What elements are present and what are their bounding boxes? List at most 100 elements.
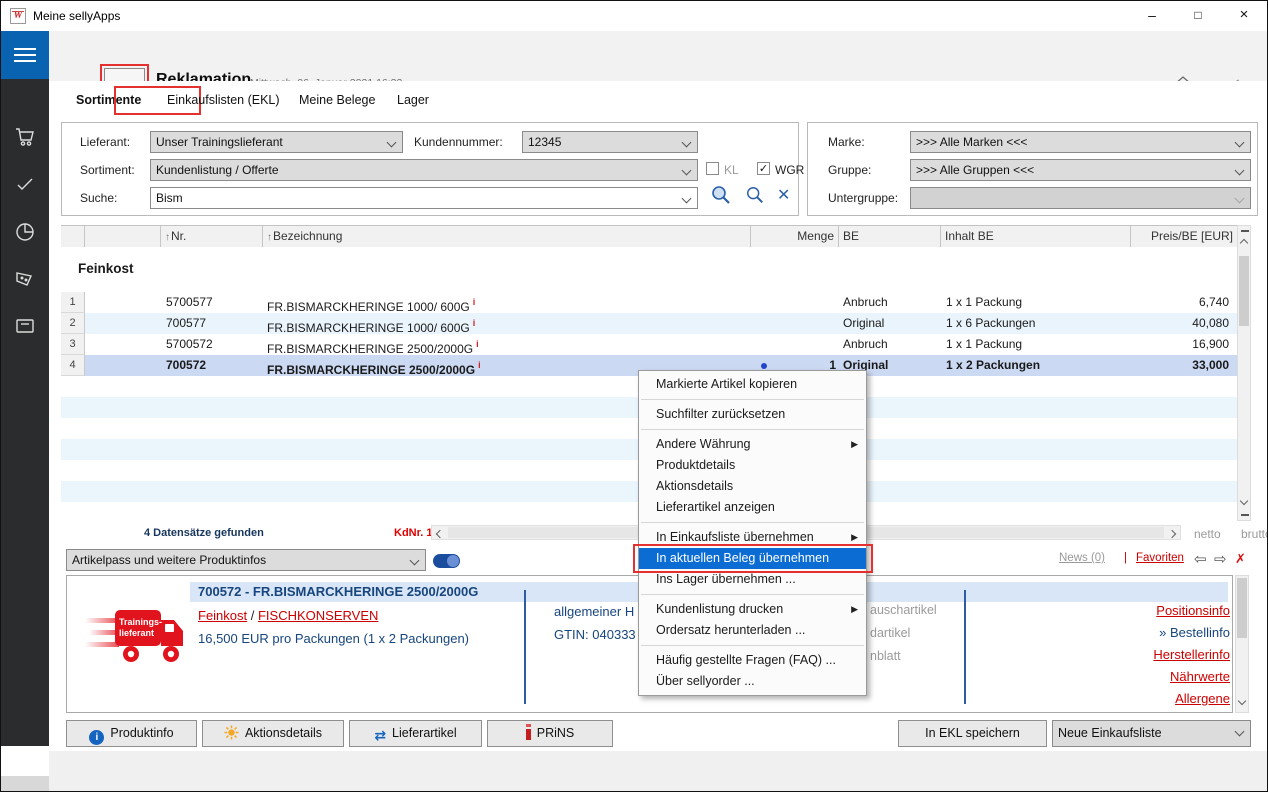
hamburger-menu-icon[interactable]	[1, 31, 49, 79]
suche-value: Bism	[156, 191, 183, 205]
menu-item-faq[interactable]: Häufig gestellte Fragen (FAQ) ...	[639, 650, 866, 671]
column-be-label: BE	[843, 229, 859, 243]
check-icon[interactable]	[13, 172, 37, 196]
produktinfo-button[interactable]: iProduktinfo	[66, 720, 197, 747]
news-link[interactable]: News (0)	[1059, 552, 1105, 564]
tab-lager[interactable]: Lager	[397, 93, 429, 107]
app-window: W Meine sellyApps – □ × ← Re	[0, 0, 1268, 792]
row-menge	[751, 313, 836, 334]
scroll-pin-icon[interactable]	[1241, 230, 1249, 232]
scrollbar-thumb[interactable]	[1237, 578, 1247, 638]
netto-label[interactable]: netto	[1194, 527, 1221, 541]
scroll-down-icon[interactable]	[1238, 697, 1246, 705]
nav-right-icon[interactable]: ⇨	[1214, 550, 1227, 568]
maximize-button[interactable]: □	[1175, 1, 1221, 31]
sun-icon	[224, 724, 239, 749]
info-toggle[interactable]	[433, 554, 460, 568]
prins-button[interactable]: PRiNS	[487, 720, 613, 747]
search-icon[interactable]	[745, 185, 765, 208]
kundennummer-select[interactable]: 12345	[522, 131, 698, 153]
table-row[interactable]: 3 5700572 FR.BISMARCKHERINGE 2500/2000Gi…	[61, 334, 1237, 355]
new-shopping-list-select[interactable]: Neue Einkaufsliste	[1052, 720, 1251, 747]
scroll-up-icon[interactable]	[1240, 239, 1248, 247]
archive-icon[interactable]	[13, 314, 37, 338]
clear-search-icon[interactable]: ✕	[777, 185, 790, 205]
sortiment-value: Kundenlistung / Offerte	[156, 163, 279, 177]
menu-item-produktdetails[interactable]: Produktdetails	[639, 455, 866, 476]
tab-meine-belege[interactable]: Meine Belege	[299, 93, 375, 107]
column-menge[interactable]: Menge	[751, 226, 839, 247]
column-be[interactable]: BE	[839, 226, 941, 247]
column-bezeichnung[interactable]: ↑Bezeichnung	[263, 226, 751, 247]
cart-icon[interactable]	[13, 124, 37, 148]
menu-item-aktionsdetails[interactable]: Aktionsdetails	[639, 476, 866, 497]
category-breadcrumb: Feinkost / FISCHKONSERVEN	[198, 608, 378, 623]
menu-item-in-einkaufsliste[interactable]: In Einkaufsliste übernehmen▶	[639, 527, 866, 548]
sortiment-select[interactable]: Kundenlistung / Offerte	[150, 159, 698, 181]
row-nr: 5700577	[166, 292, 213, 313]
detail-vertical-scrollbar[interactable]	[1235, 575, 1249, 713]
row-index: 2	[61, 313, 85, 334]
menu-item-waehrung[interactable]: Andere Währung▶	[639, 434, 866, 455]
menu-item-in-aktuellen-beleg[interactable]: In aktuellen Beleg übernehmen	[639, 548, 866, 569]
nav-left-icon[interactable]: ⇦	[1194, 550, 1207, 568]
tag-icon[interactable]	[13, 267, 37, 291]
row-name: FR.BISMARCKHERINGE 1000/ 600Gi	[267, 313, 475, 334]
lieferartikel-button[interactable]: ⇄Lieferartikel	[349, 720, 482, 747]
category-link-feinkost[interactable]: Feinkost	[198, 608, 247, 623]
lieferant-value: Unser Trainingslieferant	[156, 135, 283, 149]
minimize-button[interactable]: –	[1129, 1, 1175, 31]
marke-select[interactable]: >>> Alle Marken <<<	[910, 131, 1251, 153]
favorites-link[interactable]: Favoriten	[1136, 552, 1184, 564]
row-menge	[751, 334, 836, 355]
swap-arrows-icon: ⇄	[374, 723, 386, 748]
tab-einkaufslisten[interactable]: Einkaufslisten (EKL)	[167, 93, 280, 107]
scroll-pin-icon[interactable]	[1241, 514, 1249, 516]
scrollbar-thumb[interactable]	[1239, 256, 1249, 326]
scroll-right-icon[interactable]	[1168, 530, 1176, 538]
bottom-strip	[49, 751, 1268, 792]
table-row[interactable]: 1 5700577 FR.BISMARCKHERINGE 1000/ 600Gi…	[61, 292, 1237, 313]
menu-item-kundenlistung-drucken[interactable]: Kundenlistung drucken▶	[639, 599, 866, 620]
gruppe-select[interactable]: >>> Alle Gruppen <<<	[910, 159, 1251, 181]
pie-chart-icon[interactable]	[13, 220, 37, 244]
save-ekl-button[interactable]: In EKL speichern	[898, 720, 1047, 747]
category-link-fischkonserven[interactable]: FISCHKONSERVEN	[258, 608, 378, 623]
menu-item-ueber-sellyorder[interactable]: Über sellyorder ...	[639, 671, 866, 692]
link-bestellinfo[interactable]: » Bestellinfo	[972, 622, 1230, 644]
table-vertical-scrollbar[interactable]	[1237, 225, 1251, 521]
menu-item-ins-lager[interactable]: Ins Lager übernehmen ...	[639, 569, 866, 590]
productinfo-select[interactable]: Artikelpass und weitere Produktinfos	[66, 549, 426, 571]
general-info-text: allgemeiner H	[554, 604, 634, 619]
submenu-arrow-icon: ▶	[851, 527, 858, 548]
gear-icon[interactable]	[13, 787, 37, 792]
kl-checkbox[interactable]	[706, 162, 719, 175]
column-inhalt[interactable]: Inhalt BE	[941, 226, 1131, 247]
link-naehrwerte[interactable]: Nährwerte	[972, 666, 1230, 688]
table-row[interactable]: 2 700577 FR.BISMARCKHERINGE 1000/ 600Gi …	[61, 313, 1237, 334]
scroll-left-icon[interactable]	[436, 530, 444, 538]
column-menge-label: Menge	[797, 229, 834, 243]
column-preis[interactable]: Preis/BE [EUR]	[1131, 226, 1237, 247]
menu-item-kopieren[interactable]: Markierte Artikel kopieren	[639, 374, 866, 395]
brutto-label[interactable]: brutto	[1241, 527, 1268, 541]
aktionsdetails-button[interactable]: Aktionsdetails	[202, 720, 344, 747]
suche-label: Suche:	[80, 191, 117, 205]
wgr-checkbox[interactable]: ✓	[757, 162, 770, 175]
link-allergene[interactable]: Allergene	[972, 688, 1230, 710]
suche-input[interactable]: Bism	[150, 187, 698, 209]
link-positionsinfo[interactable]: Positionsinfo	[972, 600, 1230, 622]
menu-item-suchfilter[interactable]: Suchfilter zurücksetzen	[639, 404, 866, 425]
menu-item-ordersatz[interactable]: Ordersatz herunterladen ...	[639, 620, 866, 641]
close-panel-icon[interactable]: ✗	[1235, 551, 1246, 567]
tab-sortimente[interactable]: Sortimente	[76, 93, 141, 107]
row-preis: 33,000	[1101, 355, 1229, 376]
close-button[interactable]: ×	[1221, 1, 1267, 31]
lieferant-select[interactable]: Unser Trainingslieferant	[150, 131, 403, 153]
menu-separator	[641, 594, 864, 595]
extended-search-icon[interactable]	[710, 184, 732, 209]
link-herstellerinfo[interactable]: Herstellerinfo	[972, 644, 1230, 666]
scroll-down-icon[interactable]	[1240, 497, 1248, 505]
menu-item-lieferartikel[interactable]: Lieferartikel anzeigen	[639, 497, 866, 518]
column-nr[interactable]: ↑Nr.	[161, 226, 263, 247]
